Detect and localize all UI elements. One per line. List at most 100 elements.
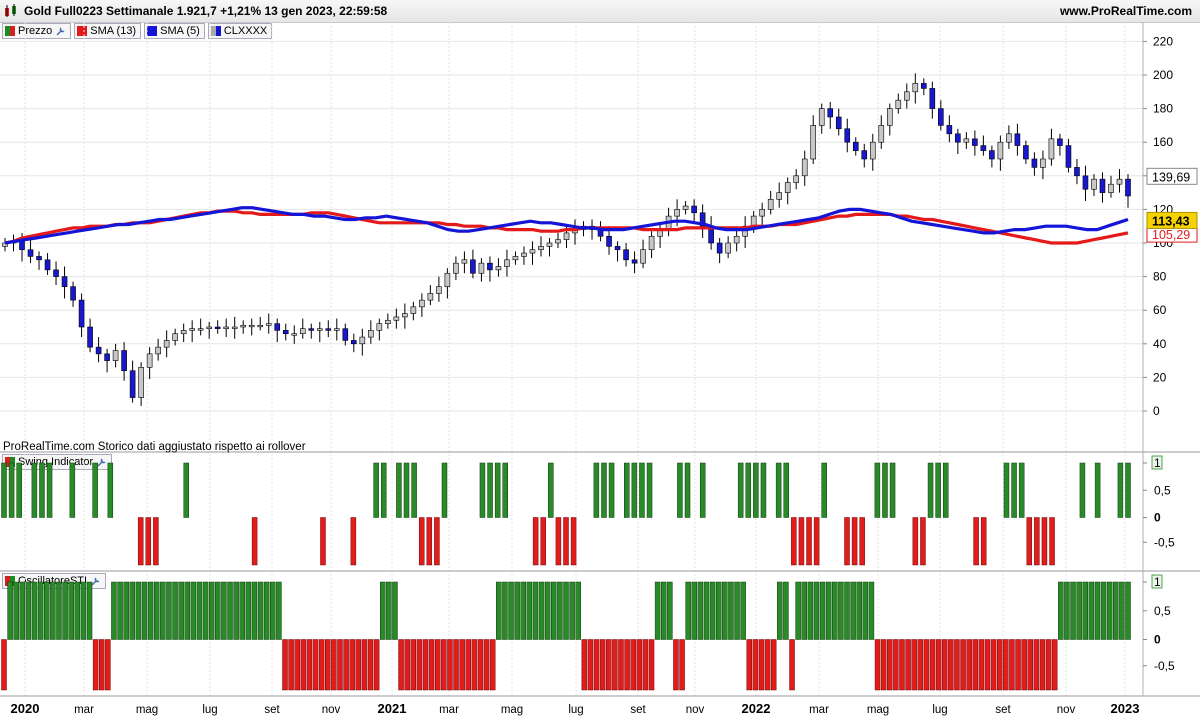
candle-body (146, 353, 153, 368)
swing-up-bar (1076, 581, 1082, 640)
candle-body (444, 272, 451, 287)
swing-up-bar (111, 581, 117, 640)
candle-body (640, 249, 646, 264)
swing-down-bar (764, 639, 771, 691)
swing-up-bar (654, 581, 661, 640)
candle-body (104, 353, 110, 361)
price-chart[interactable]: 02040608010012014016018020022010,50-0,51… (0, 0, 1200, 720)
candle-body (265, 323, 272, 326)
swing-down-bar (593, 639, 600, 691)
candle-body (886, 108, 893, 126)
swing-up-bar (1018, 462, 1025, 518)
candle-body (852, 141, 859, 151)
swing-down-bar (92, 639, 99, 691)
swing-down-bar (337, 639, 343, 691)
candle-body (274, 323, 281, 331)
swing-down-bar (282, 639, 288, 691)
x-tick-label: mag (867, 704, 889, 716)
swing-up-bar (514, 581, 520, 640)
candle-body (521, 252, 527, 257)
x-tick-label: set (630, 704, 646, 716)
swing-up-bar (868, 581, 875, 640)
sma5-price-label: 113,43 (1152, 214, 1190, 228)
y-tick-label: -0,5 (1154, 659, 1175, 673)
swing-down-bar (758, 639, 765, 691)
footnote: ProRealTime.com Storico dati aggiustato … (3, 441, 306, 453)
swing-up-bar (551, 581, 557, 640)
candle-body (529, 249, 536, 254)
swing-down-bar (679, 639, 685, 691)
swing-up-bar (728, 581, 734, 640)
x-axis: 2020 mar mag lug set nov 2021 mar mag lug set nov 20… (11, 701, 1140, 716)
swing-up-bar (50, 581, 56, 640)
swing-down-bar (361, 639, 368, 691)
candle-body (759, 209, 765, 217)
swing-up-bar (825, 581, 832, 640)
swing-down-bar (145, 517, 152, 566)
swing-up-bar (1088, 581, 1095, 640)
candle-body (1014, 133, 1021, 146)
swing-down-bar (966, 639, 972, 691)
candle-body (478, 262, 485, 274)
swing-up-bar (92, 462, 98, 518)
candle-body (1099, 178, 1106, 193)
candle-body (1082, 175, 1089, 190)
swing-up-bar (392, 581, 398, 640)
swing-up-bar (709, 581, 716, 640)
swing-up-bar (403, 462, 410, 518)
candle-body (716, 242, 723, 254)
candle-body (453, 262, 459, 274)
swing-up-bar (745, 462, 752, 518)
candle-body (631, 259, 638, 264)
swing-up-bar (411, 462, 417, 518)
candle-body (180, 330, 187, 335)
candle-body (206, 326, 212, 329)
swing-down-bar (318, 639, 325, 691)
candle-body (835, 116, 842, 130)
candle-body (325, 328, 332, 331)
swing-up-bar (874, 462, 881, 518)
swing-down-bar (746, 639, 753, 691)
swing-down-bar (540, 517, 546, 566)
swing-bars (1, 462, 1131, 566)
swing-up-bar (31, 581, 38, 640)
candle-price-label: 139,69 (1152, 170, 1190, 184)
candle-body (691, 205, 697, 214)
candle-body (27, 249, 34, 257)
swing-down-bar (630, 639, 636, 691)
candles (2, 73, 1131, 406)
swing-up-bar (86, 581, 93, 640)
swing-down-bar (844, 517, 850, 566)
swing-down-bar (1009, 639, 1015, 691)
swing-up-bar (386, 581, 392, 640)
candle-body (546, 242, 553, 247)
swing-up-bar (544, 581, 551, 640)
candle-body (393, 316, 400, 321)
x-tick-label: mag (501, 704, 523, 716)
x-tick-label: 2021 (378, 701, 407, 716)
swing-up-bar (821, 462, 827, 518)
swing-down-bar (984, 639, 991, 691)
swing-down-bar (789, 639, 795, 691)
swing-up-bar (639, 462, 645, 518)
candle-body (214, 326, 221, 329)
swing-up-bar (502, 462, 508, 518)
swing-up-bar (31, 462, 38, 518)
swing-up-bar (715, 581, 722, 640)
swing-up-bar (832, 581, 838, 640)
swing-up-bar (740, 581, 746, 640)
swing-down-bar (355, 639, 362, 691)
swing-down-bar (929, 639, 936, 691)
swing-up-bar (479, 462, 486, 518)
y-tick-label: 40 (1153, 337, 1167, 351)
swing-down-bar (483, 639, 490, 691)
swing-down-bar (1, 639, 7, 691)
swing-up-bar (819, 581, 826, 640)
candle-body (299, 328, 306, 335)
swing-down-bar (599, 639, 606, 691)
swing-up-bar (69, 462, 76, 518)
candle-body (538, 246, 544, 251)
candle-body (121, 350, 127, 371)
swing-down-bar (859, 517, 865, 566)
swing-up-bar (942, 462, 949, 518)
